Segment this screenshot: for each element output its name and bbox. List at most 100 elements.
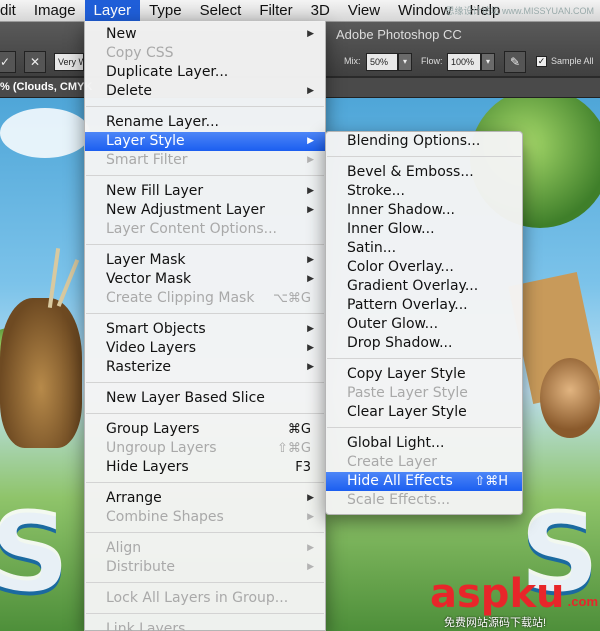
layer-style-item-copy-layer-style[interactable]: Copy Layer Style [326,365,522,384]
menu-item-label: Video Layers [106,340,197,356]
layer-style-item-hide-all-effects[interactable]: Hide All Effects ⇧⌘H [326,472,522,491]
layer-menu-item-vector-mask[interactable]: Vector Mask ▶ [85,270,325,289]
layer-menu: New ▶ Copy CSS Duplicate Layer... Delete ▶ Ren… [84,21,326,631]
cloud-shape [0,108,90,158]
layer-menu-item-rasterize[interactable]: Rasterize ▶ [85,358,325,377]
layer-menu-item-rename-layer[interactable]: Rename Layer... [85,113,325,132]
app-title: Adobe Photoshop CC [336,27,462,42]
layer-style-item-stroke[interactable]: Stroke... [326,182,522,201]
layer-style-item-blending-options[interactable]: Blending Options... [326,132,522,151]
submenu-arrow-icon: ▶ [307,205,314,215]
menu-item-label: New [106,26,137,42]
mix-label: Mix: [344,56,361,66]
layer-style-item-pattern-overlay[interactable]: Pattern Overlay... [326,296,522,315]
menu-image[interactable]: Image [25,0,85,22]
flow-field[interactable]: 100% [447,53,481,71]
menu-item-label: Bevel & Emboss... [347,164,474,180]
sample-all-label: Sample All [551,56,594,66]
layer-style-item-drop-shadow[interactable]: Drop Shadow... [326,334,522,353]
chipmunk-figure [540,358,600,438]
layer-style-item-gradient-overlay[interactable]: Gradient Overlay... [326,277,522,296]
menu-item-label: Paste Layer Style [347,385,468,401]
sample-all-checkbox[interactable]: ✓ [536,56,547,67]
layer-menu-item-layer-content-options: Layer Content Options... [85,220,325,239]
menu-item-label: Scale Effects... [347,492,451,508]
menu-item-label: New Adjustment Layer [106,202,265,218]
clear-brush-icon[interactable]: ✕ [24,51,46,73]
layer-menu-item-hide-layers[interactable]: Hide Layers F3 [85,458,325,477]
layer-menu-item-new-fill-layer[interactable]: New Fill Layer ▶ [85,182,325,201]
menu-item-label: New Layer Based Slice [106,390,265,406]
layer-menu-item-arrange[interactable]: Arrange ▶ [85,489,325,508]
layer-style-item-paste-layer-style: Paste Layer Style [326,384,522,403]
airbrush-icon[interactable]: ✎ [504,51,526,73]
submenu-arrow-icon: ▶ [307,543,314,553]
menu-item-label: Create Clipping Mask [106,290,255,306]
layer-menu-item-new-layer-based-slice[interactable]: New Layer Based Slice [85,389,325,408]
layer-menu-item-align: Align ▶ [85,539,325,558]
layer-style-item-bevel-emboss[interactable]: Bevel & Emboss... [326,163,522,182]
layer-menu-item-smart-objects[interactable]: Smart Objects ▶ [85,320,325,339]
menu-item-label: Rename Layer... [106,114,219,130]
layer-style-item-global-light[interactable]: Global Light... [326,434,522,453]
layer-style-item-create-layer: Create Layer [326,453,522,472]
menu-separator [85,308,325,320]
menu-item-label: Layer Content Options... [106,221,277,237]
layer-style-item-inner-glow[interactable]: Inner Glow... [326,220,522,239]
layer-menu-item-create-clipping-mask: Create Clipping Mask ⌥⌘G [85,289,325,308]
flow-label: Flow: [421,56,443,66]
layer-menu-item-new[interactable]: New ▶ [85,25,325,44]
antler-shape [56,259,80,307]
submenu-arrow-icon: ▶ [307,343,314,353]
layer-style-item-color-overlay[interactable]: Color Overlay... [326,258,522,277]
menu-item-label: Color Overlay... [347,259,454,275]
menu-select[interactable]: Select [191,0,251,22]
menu-item-label: Hide Layers [106,459,189,475]
layer-menu-item-layer-style[interactable]: Layer Style ▶ [85,132,325,151]
menu-item-label: Duplicate Layer... [106,64,229,80]
menu-shortcut: ⇧⌘H [474,474,508,489]
layer-menu-item-layer-mask[interactable]: Layer Mask ▶ [85,251,325,270]
brush-preset-field[interactable]: Very W [54,53,84,71]
artwork-letter: S [0,488,70,616]
menu-separator [85,408,325,420]
menu-separator [85,477,325,489]
menu-separator [85,577,325,589]
layer-menu-item-distribute: Distribute ▶ [85,558,325,577]
layer-style-item-satin[interactable]: Satin... [326,239,522,258]
menu-edit[interactable]: dit [0,0,25,22]
layer-style-submenu: Blending Options... Bevel & Emboss... Stro… [325,131,523,515]
deer-figure [0,298,82,448]
layer-menu-item-new-adjustment-layer[interactable]: New Adjustment Layer ▶ [85,201,325,220]
layer-menu-item-delete[interactable]: Delete ▶ [85,82,325,101]
layer-menu-item-group-layers[interactable]: Group Layers ⌘G [85,420,325,439]
menu-item-label: Align [106,540,142,556]
layer-style-item-outer-glow[interactable]: Outer Glow... [326,315,522,334]
submenu-arrow-icon: ▶ [307,493,314,503]
menu-item-label: Clear Layer Style [347,404,467,420]
mix-dropdown-icon[interactable]: ▾ [398,53,412,71]
submenu-arrow-icon: ▶ [307,155,314,165]
menu-view[interactable]: View [339,0,389,22]
menu-item-label: Vector Mask [106,271,192,287]
menu-layer[interactable]: Layer [84,0,141,22]
layer-style-item-inner-shadow[interactable]: Inner Shadow... [326,201,522,220]
aspku-watermark: aspku .com 免费网站源码下载站! [430,572,598,631]
menu-3d[interactable]: 3D [302,0,339,22]
mix-field[interactable]: 50% [366,53,398,71]
layer-menu-item-duplicate-layer[interactable]: Duplicate Layer... [85,63,325,82]
flow-dropdown-icon[interactable]: ▾ [481,53,495,71]
menu-item-label: Inner Shadow... [347,202,456,218]
menu-item-label: Blending Options... [347,133,481,149]
menu-separator [326,422,522,434]
menu-item-label: Gradient Overlay... [347,278,479,294]
submenu-arrow-icon: ▶ [307,255,314,265]
menu-shortcut: ⌘G [287,422,311,437]
menu-shortcut: ⌥⌘G [272,291,311,306]
layer-menu-item-video-layers[interactable]: Video Layers ▶ [85,339,325,358]
menu-item-label: Satin... [347,240,397,256]
layer-style-item-clear-layer-style[interactable]: Clear Layer Style [326,403,522,422]
menu-filter[interactable]: Filter [250,0,301,22]
brush-tool-icon[interactable]: ✓ [0,51,16,73]
menu-type[interactable]: Type [140,0,191,22]
